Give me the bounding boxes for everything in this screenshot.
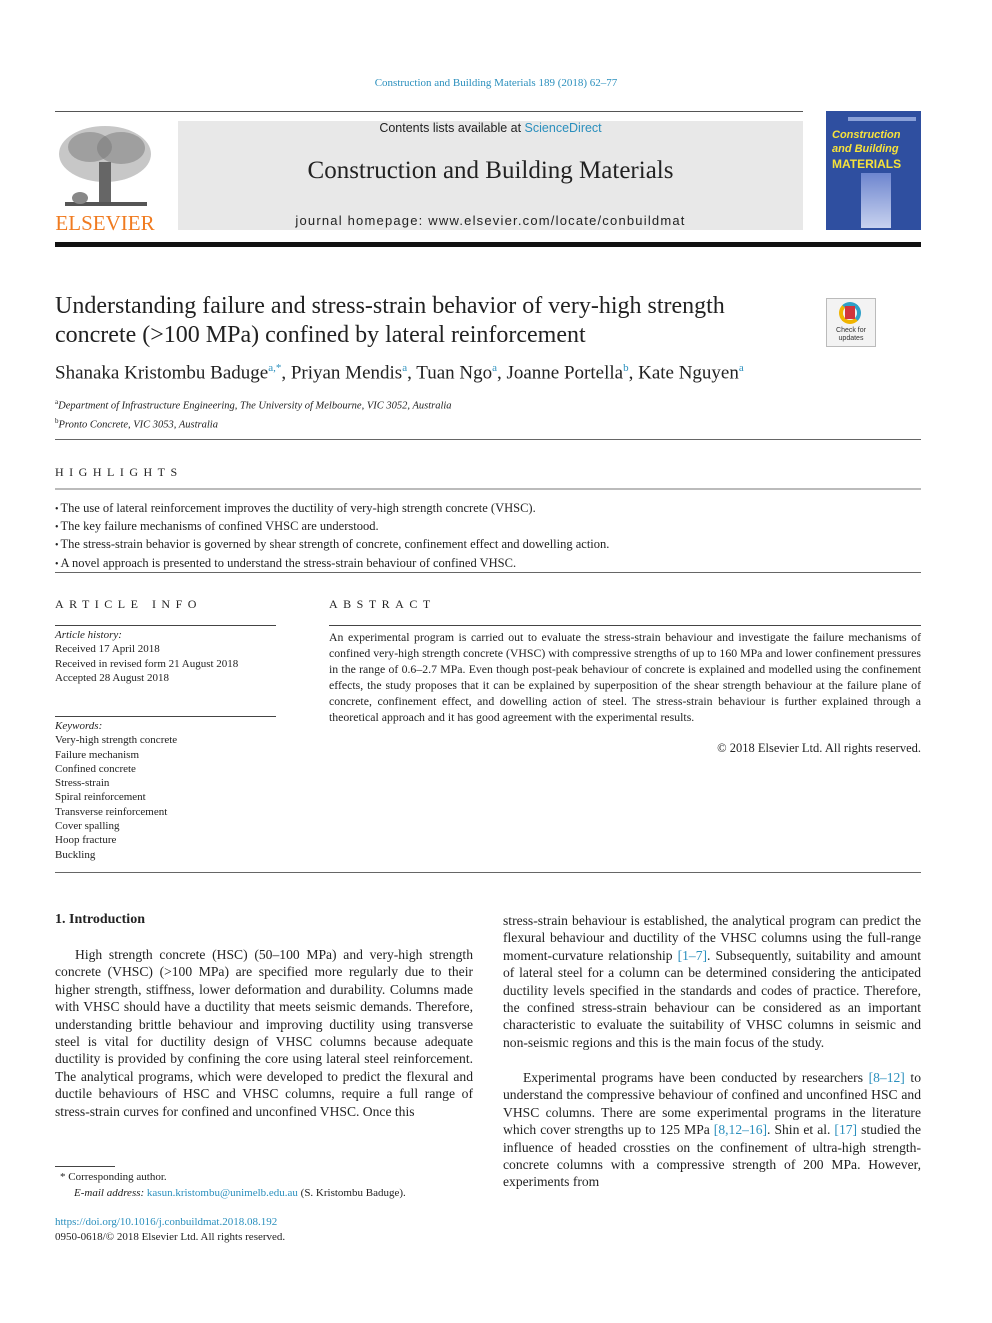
keyword: Stress-strain [55,777,110,790]
citation-link[interactable]: [1–7] [678,948,707,963]
keyword: Failure mechanism [55,748,140,761]
email-line: E-mail address: kasun.kristombu@unimelb.… [74,1186,406,1199]
section-divider [55,439,921,440]
sciencedirect-link[interactable]: ScienceDirect [525,121,602,135]
author-list: Shanaka Kristombu Badugea,*, Priyan Mend… [55,362,744,384]
abstract-copyright: © 2018 Elsevier Ltd. All rights reserved… [717,741,921,755]
elsevier-wordmark: ELSEVIER [55,211,155,235]
citation-link[interactable]: [8–12] [869,1070,905,1085]
history-revised: Received in revised form 21 August 2018 [55,657,239,670]
keyword: Very-high strength concrete [55,734,178,747]
header-rule [55,111,803,112]
journal-title: Construction and Building Materials [307,157,674,184]
check-for-updates-label: Check for updates [836,327,866,342]
cover-band [848,117,916,121]
highlights-list: The use of lateral reinforcement improve… [55,500,610,573]
keywords-label: Keywords: [55,720,103,732]
keyword: Cover spalling [55,820,120,833]
citation-link[interactable]: [8,12–16] [714,1122,767,1137]
author-name[interactable]: Tuan Ngo [416,362,492,383]
abstract-heading: ABSTRACT [329,597,436,611]
issn-copyright: 0950-0618/© 2018 Elsevier Ltd. All right… [55,1231,286,1243]
affiliation: bPronto Concrete, VIC 3053, Australia [55,416,218,431]
introduction-paragraph-2: Experimental programs have been conducte… [503,1070,921,1190]
keywords-rule [55,716,276,717]
affiliations: aDepartment of Infrastructure Engineerin… [55,395,452,432]
author-name[interactable]: Kate Nguyen [638,362,739,383]
highlights-rule [55,488,921,490]
history-received: Received 17 April 2018 [55,643,160,656]
cover-subtitle: MATERIALS [832,157,902,171]
footnote-rule [55,1166,115,1167]
highlight-item: The use of lateral reinforcement improve… [55,500,609,518]
history-label: Article history: [55,629,122,641]
cover-title: Construction and Building [832,129,901,155]
crossmark-flag-icon [845,306,855,319]
corresponding-author-label: * Corresponding author. [60,1171,167,1183]
cover-strip [861,173,891,228]
keyword: Spiral reinforcement [55,791,146,804]
highlights-end-rule [55,572,921,573]
article-info-heading: ARTICLE INFO [55,597,202,611]
author-name[interactable]: Priyan Mendis [291,362,402,383]
front-matter-end-rule [55,872,921,873]
journal-homepage-link[interactable]: journal homepage: www.elsevier.com/locat… [178,213,803,228]
keywords-list: Keywords: Very-high strength concrete Fa… [55,719,177,862]
corresponding-author-footnote: * Corresponding author. E-mail address: … [60,1170,406,1201]
highlight-item: A novel approach is presented to underst… [55,555,609,573]
article-info-rule [55,625,276,626]
abstract-rule [329,625,921,626]
keyword: Hoop fracture [55,834,117,847]
keyword: Transverse reinforcement [55,805,168,818]
highlight-item: The stress-strain behavior is governed b… [55,536,610,554]
author-affil-link[interactable]: b [623,362,629,374]
introduction-paragraph-1-cont: stress-strain behaviour is established, … [503,913,921,1050]
journal-reference-link[interactable]: Construction and Building Materials 189 … [0,77,992,89]
contents-available-line: Contents lists available at ScienceDirec… [178,121,803,135]
check-for-updates-button[interactable]: Check for updates [826,298,876,347]
abstract-body: An experimental program is carried out t… [329,630,921,724]
author-name[interactable]: Shanaka Kristombu Baduge [55,362,268,383]
highlights-heading: HIGHLIGHTS [55,465,183,479]
author-affil-link[interactable]: a [739,362,744,374]
author-affil-link[interactable]: a [492,362,497,374]
journal-cover-image[interactable]: Construction and Building MATERIALS [826,111,921,230]
citation-link[interactable]: [17] [834,1122,857,1137]
article-history: Article history: Received 17 April 2018 … [55,628,238,685]
article-title: Understanding failure and stress-strain … [55,293,725,348]
keyword: Buckling [55,848,96,861]
header-thick-rule [55,242,921,247]
author-affil-link[interactable]: a,* [268,362,281,374]
journal-masthead: Contents lists available at ScienceDirec… [178,121,803,230]
email-link[interactable]: kasun.kristombu@unimelb.edu.au [147,1187,298,1199]
highlight-item: The key failure mechanisms of confined V… [55,518,609,536]
doi-link[interactable]: https://doi.org/10.1016/j.conbuildmat.20… [55,1216,277,1228]
introduction-paragraph-1: High strength concrete (HSC) (50–100 MPa… [55,947,473,1119]
contents-prefix: Contents lists available at [379,121,525,135]
introduction-heading: 1. Introduction [55,912,145,927]
keyword: Confined concrete [55,762,136,775]
author-affil-link[interactable]: a [402,362,407,374]
history-accepted: Accepted 28 August 2018 [55,671,169,684]
author-name[interactable]: Joanne Portella [506,362,623,383]
affiliation: aDepartment of Infrastructure Engineerin… [55,398,452,412]
